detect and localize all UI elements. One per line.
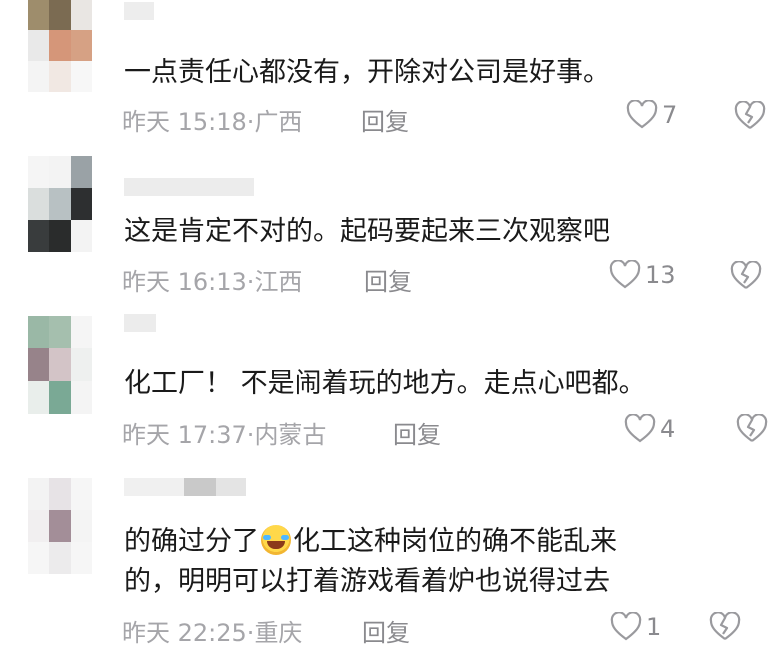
comment-item: 化工厂！ 不是闹着玩的地方。走点心吧都。 昨天 17:37·内蒙古 回复 4: [0, 310, 783, 470]
heart-outline-icon: [609, 260, 641, 289]
comment-text: 化工厂！ 不是闹着玩的地方。走点心吧都。: [124, 368, 646, 399]
comment-meta: 昨天 17:37·内蒙古: [122, 415, 326, 450]
reply-button[interactable]: 回复: [364, 262, 412, 297]
heart-outline-icon: [624, 414, 656, 443]
avatar[interactable]: [28, 0, 92, 92]
reply-button[interactable]: 回复: [361, 102, 409, 137]
username-blurred[interactable]: [124, 178, 254, 196]
username-blurred[interactable]: [124, 314, 156, 332]
comment-location: 重庆: [254, 619, 303, 647]
comment-text: 的确过分了 化工这种岗位的确不能乱来 的，明明可以打着游戏看着炉也说得过去: [124, 522, 617, 602]
like-count: 7: [662, 101, 678, 129]
like-count: 1: [646, 613, 662, 641]
avatar[interactable]: [28, 316, 92, 414]
comment-time: 昨天 22:25: [122, 619, 247, 647]
comment-time: 昨天 17:37: [122, 421, 247, 449]
comment-item: 这是肯定不对的。起码要起来三次观察吧 昨天 16:13·江西 回复 13: [0, 150, 783, 310]
comment-text-part: 化工这种岗位的确不能乱来: [293, 526, 617, 557]
dislike-button[interactable]: [709, 612, 741, 642]
username-blurred[interactable]: [124, 2, 154, 20]
comment-time: 昨天 15:18: [122, 108, 247, 136]
dislike-button[interactable]: [734, 101, 766, 131]
comment-text-part: 的，明明可以打着游戏看着炉也说得过去: [124, 566, 610, 597]
comment-text: 这是肯定不对的。起码要起来三次观察吧: [124, 216, 610, 247]
comment-location: 内蒙古: [254, 421, 327, 449]
rofl-emoji-icon: [261, 525, 291, 555]
comment-meta: 昨天 15:18·广西: [122, 102, 302, 137]
dislike-button[interactable]: [736, 414, 768, 444]
heart-outline-icon: [626, 100, 658, 129]
comment-text-part: 的确过分了: [124, 526, 259, 557]
reply-button[interactable]: 回复: [362, 613, 410, 648]
dislike-button[interactable]: [730, 261, 762, 291]
avatar[interactable]: [28, 478, 92, 574]
broken-heart-icon: [730, 261, 762, 289]
avatar[interactable]: [28, 156, 92, 252]
comment-text: 一点责任心都没有，开除对公司是好事。: [124, 57, 610, 88]
reply-button[interactable]: 回复: [393, 415, 441, 450]
comment-location: 广西: [254, 108, 303, 136]
comment-meta: 昨天 22:25·重庆: [122, 613, 302, 648]
like-button[interactable]: 1: [610, 612, 661, 642]
username-blurred[interactable]: [124, 478, 246, 496]
like-count: 13: [645, 261, 676, 289]
like-button[interactable]: 13: [609, 260, 676, 290]
like-count: 4: [660, 415, 676, 443]
like-button[interactable]: 7: [626, 100, 677, 130]
comment-item: 一点责任心都没有，开除对公司是好事。 昨天 15:18·广西 回复 7: [0, 0, 783, 150]
broken-heart-icon: [734, 101, 766, 129]
broken-heart-icon: [709, 612, 741, 640]
comment-time: 昨天 16:13: [122, 268, 247, 296]
like-button[interactable]: 4: [624, 414, 675, 444]
heart-outline-icon: [610, 612, 642, 641]
comment-meta: 昨天 16:13·江西: [122, 262, 302, 297]
broken-heart-icon: [736, 414, 768, 442]
comment-location: 江西: [254, 268, 303, 296]
comment-item: 的确过分了 化工这种岗位的确不能乱来 的，明明可以打着游戏看着炉也说得过去 昨天 …: [0, 470, 783, 667]
